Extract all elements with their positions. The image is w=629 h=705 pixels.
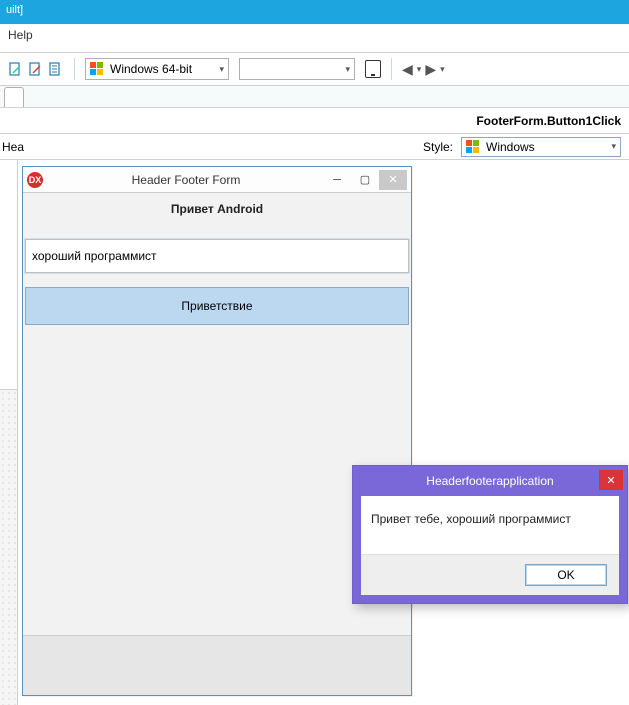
- dialog-title-bar[interactable]: Headerfooterapplication: [353, 466, 627, 496]
- chevron-down-icon[interactable]: ▾: [440, 64, 445, 75]
- app-badge-icon: DX: [27, 172, 43, 188]
- style-label: Style:: [423, 140, 453, 154]
- dialog-title: Headerfooterapplication: [426, 474, 553, 488]
- work-area: DX Header Footer Form ─ ▢ ✕ Привет Andro…: [0, 160, 629, 705]
- dialog-message: Привет тебе, хороший программист: [361, 496, 619, 555]
- design-strip-dotgrid: [0, 390, 17, 705]
- nav-group: ◀ ▾ ▶ ▾: [402, 61, 445, 78]
- name-input[interactable]: хороший программист: [25, 239, 409, 273]
- greet-button-label: Приветствие: [181, 299, 252, 313]
- nav-forward-icon[interactable]: ▶: [425, 61, 436, 78]
- dialog-button-row: OK: [361, 555, 619, 595]
- form-footer-panel: [23, 635, 411, 695]
- windows-flag-icon: [90, 62, 104, 76]
- right-gutter: [419, 160, 629, 705]
- chevron-down-icon: ▾: [219, 64, 224, 75]
- minimize-button[interactable]: ─: [323, 170, 351, 190]
- file-new-icon[interactable]: [8, 61, 24, 77]
- dialog-body: Привет тебе, хороший программист OK: [361, 496, 619, 595]
- chevron-down-icon: ▾: [345, 64, 350, 75]
- window-buttons: ─ ▢ ✕: [323, 170, 407, 190]
- toolbar-file-group: [8, 61, 64, 77]
- platform-selector[interactable]: Windows 64-bit ▾: [85, 58, 229, 80]
- device-icon[interactable]: [365, 60, 381, 78]
- toolbar: Windows 64-bit ▾ ▾ ◀ ▾ ▶ ▾: [0, 52, 629, 86]
- form-window: DX Header Footer Form ─ ▢ ✕ Привет Andro…: [22, 166, 412, 696]
- design-strip-top: [0, 160, 17, 390]
- form-title-bar[interactable]: DX Header Footer Form ─ ▢ ✕: [23, 167, 411, 193]
- chevron-down-icon: ▾: [611, 141, 616, 152]
- breadcrumb-tail[interactable]: FooterForm.Button1Click: [476, 114, 621, 128]
- breadcrumb-bar: FooterForm.Button1Click: [0, 108, 629, 134]
- windows-flag-icon: [466, 140, 480, 154]
- heading-left-fragment: Hea: [0, 140, 24, 154]
- greet-button[interactable]: Приветствие: [25, 287, 409, 325]
- style-combo[interactable]: Windows ▾: [461, 137, 621, 157]
- toolbar-separator: [74, 58, 75, 80]
- form-title: Header Footer Form: [49, 173, 323, 187]
- ide-title-bar: uilt]: [0, 0, 629, 24]
- dialog-close-button[interactable]: ✕: [599, 470, 623, 490]
- editor-tabs: [0, 86, 629, 108]
- chevron-down-icon[interactable]: ▾: [417, 64, 422, 75]
- maximize-button[interactable]: ▢: [351, 170, 379, 190]
- toolbar-separator: [391, 58, 392, 80]
- tab-partial[interactable]: [4, 87, 24, 107]
- ide-title-fragment: uilt]: [6, 4, 23, 16]
- dialog-ok-button[interactable]: OK: [525, 564, 607, 586]
- style-value: Windows: [486, 140, 535, 154]
- file-list-icon[interactable]: [48, 61, 64, 77]
- platform-label: Windows 64-bit: [110, 62, 192, 76]
- menu-bar: Help: [0, 24, 629, 52]
- message-dialog: Headerfooterapplication ✕ Привет тебе, х…: [352, 465, 628, 604]
- heading-strip: Hea Style: Windows ▾: [0, 134, 629, 160]
- close-button[interactable]: ✕: [379, 170, 407, 190]
- nav-back-icon[interactable]: ◀: [402, 61, 413, 78]
- device-selector[interactable]: ▾: [239, 58, 355, 80]
- design-side-strip: [0, 160, 18, 705]
- file-open-icon[interactable]: [28, 61, 44, 77]
- name-input-value: хороший программист: [32, 249, 157, 263]
- style-block: Style: Windows ▾: [423, 137, 629, 157]
- menu-help[interactable]: Help: [8, 28, 33, 42]
- form-header-label: Привет Android: [23, 193, 411, 225]
